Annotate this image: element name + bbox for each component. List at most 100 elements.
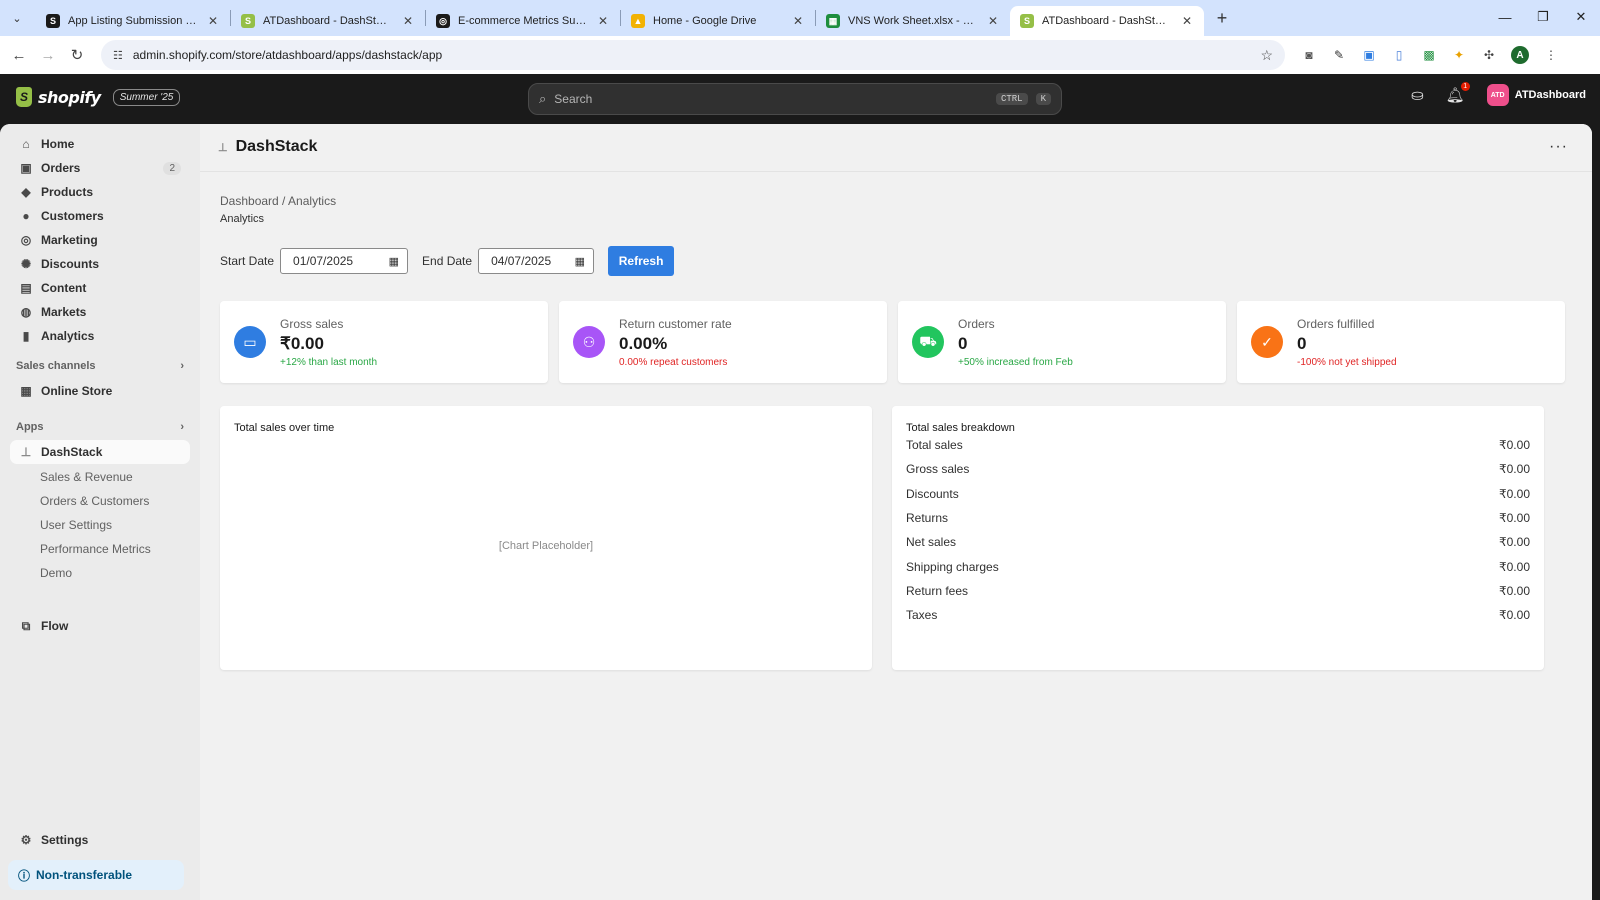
sidekick-icon[interactable]: ⛀ bbox=[1411, 86, 1424, 104]
browser-tab[interactable]: S ATDashboard - DashStack - Shopify ✕ bbox=[1010, 6, 1204, 36]
sidebar-subitem[interactable]: Orders & Customers bbox=[40, 494, 149, 508]
breakdown-label: Shipping charges bbox=[906, 559, 999, 574]
browser-tab[interactable]: ◎ E-commerce Metrics Summary ✕ bbox=[426, 6, 620, 36]
calendar-icon[interactable]: ▦ bbox=[389, 255, 399, 268]
dashstack-app-icon: ⊥ bbox=[20, 445, 32, 459]
sidebar-subitem[interactable]: Demo bbox=[40, 566, 72, 580]
sidebar-subitem[interactable]: User Settings bbox=[40, 518, 112, 532]
extension-yellow-icon[interactable]: ✦ bbox=[1451, 47, 1467, 63]
discount-icon: ✺ bbox=[20, 257, 32, 271]
sidebar-item-orders[interactable]: ▣ Orders 2 bbox=[10, 156, 190, 180]
profile-avatar[interactable]: A bbox=[1511, 46, 1529, 64]
breakdown-value: ₹0.00 bbox=[1499, 438, 1530, 452]
tab-favicon-icon: S bbox=[46, 14, 60, 28]
tab-title: E-commerce Metrics Summary bbox=[458, 15, 588, 27]
start-date-value: 01/07/2025 bbox=[293, 254, 354, 268]
sidebar-item-label: Analytics bbox=[41, 329, 95, 343]
eyedropper-icon[interactable]: ✎ bbox=[1331, 47, 1347, 63]
admin-search[interactable]: ⌕ Search CTRL K bbox=[528, 83, 1062, 115]
end-date-field[interactable]: 04/07/2025 ▦ bbox=[478, 248, 595, 274]
extension-doc-icon[interactable]: ▯ bbox=[1391, 47, 1407, 63]
kpi-value: 0 bbox=[958, 334, 968, 353]
bell-icon[interactable]: 🔔︎ 1 bbox=[1446, 82, 1470, 104]
app-title-text: DashStack bbox=[235, 138, 318, 155]
reload-icon[interactable]: ↻ bbox=[67, 46, 87, 64]
calendar-icon[interactable]: ▦ bbox=[575, 255, 585, 268]
kpi-trend-note: -100% not yet shipped bbox=[1297, 357, 1397, 368]
tab-favicon-icon: ▲ bbox=[631, 14, 645, 28]
close-tab-icon[interactable]: ✕ bbox=[206, 14, 220, 28]
browser-menu-icon[interactable]: ⋮ bbox=[1543, 47, 1559, 63]
start-date-field[interactable]: 01/07/2025 ▦ bbox=[280, 248, 409, 274]
app-title: ⊥ DashStack bbox=[218, 138, 317, 156]
extensions-puzzle-icon[interactable]: ✣ bbox=[1481, 47, 1497, 63]
sidebar-subitem[interactable]: Performance Metrics bbox=[40, 542, 151, 556]
refresh-button[interactable]: Refresh bbox=[608, 246, 675, 276]
browser-tab[interactable]: ▦ VNS Work Sheet.xlsx - Google Sheets ✕ bbox=[816, 6, 1010, 36]
site-settings-icon[interactable]: ☷ bbox=[113, 49, 123, 62]
apps-header[interactable]: Apps › bbox=[16, 421, 184, 433]
close-tab-icon[interactable]: ✕ bbox=[791, 14, 805, 28]
sidebar-subitem[interactable]: Sales & Revenue bbox=[40, 470, 133, 484]
sidebar-item-marketing[interactable]: ◎ Marketing bbox=[10, 228, 190, 252]
sidebar-item-dashstack[interactable]: ⊥ DashStack bbox=[10, 440, 190, 464]
browser-tab[interactable]: ▲ Home - Google Drive ✕ bbox=[621, 6, 815, 36]
browser-tab[interactable]: S App Listing Submission | Shopify ✕ bbox=[36, 6, 230, 36]
forward-icon[interactable]: → bbox=[38, 47, 58, 64]
person-icon: ● bbox=[22, 209, 30, 223]
new-tab-button[interactable]: + bbox=[1208, 8, 1236, 29]
breakdown-row: Net sales ₹0.00 bbox=[906, 535, 1530, 553]
bookmark-star-icon[interactable]: ☆ bbox=[1260, 47, 1273, 64]
non-transferable-banner[interactable]: ⓘ Non-transferable bbox=[8, 860, 184, 890]
url-bar[interactable]: ☷ admin.shopify.com/store/atdashboard/ap… bbox=[101, 40, 1285, 70]
sidebar-item-customers[interactable]: ● Customers bbox=[10, 204, 190, 228]
tab-search-chevron-icon[interactable]: ⌄ bbox=[6, 7, 28, 29]
back-icon[interactable]: ← bbox=[9, 47, 29, 64]
store-menu[interactable]: ATD ATDashboard bbox=[1486, 84, 1586, 106]
close-window-icon[interactable]: ✕ bbox=[1562, 0, 1600, 34]
tab-title: Home - Google Drive bbox=[653, 15, 757, 27]
close-tab-icon[interactable]: ✕ bbox=[596, 14, 610, 28]
page-subtitle: Analytics bbox=[220, 213, 265, 225]
search-placeholder[interactable]: Search bbox=[554, 92, 988, 106]
kpi-card: ▭ Gross sales ₹0.00 +12% than last month bbox=[220, 301, 548, 383]
breakdown-label: Gross sales bbox=[906, 462, 970, 477]
close-tab-icon[interactable]: ✕ bbox=[401, 14, 415, 28]
minimize-icon[interactable]: — bbox=[1486, 0, 1524, 34]
sidebar-item-markets[interactable]: ◍ Markets bbox=[10, 300, 190, 324]
content-icon: ▤ bbox=[20, 281, 32, 295]
sidebar-item-online-store[interactable]: ▦ Online Store bbox=[10, 379, 190, 403]
home-icon: ⌂ bbox=[22, 137, 30, 151]
extension-blue-icon[interactable]: ▣ bbox=[1361, 47, 1377, 63]
close-tab-icon[interactable]: ✕ bbox=[986, 14, 1000, 28]
sidebar-item-label: Discounts bbox=[41, 257, 100, 271]
breakdown-label: Discounts bbox=[906, 486, 959, 501]
sidebar-item-flow[interactable]: ⧉ Flow bbox=[10, 614, 190, 638]
browser-tab[interactable]: S ATDashboard - DashStack - Shopify ✕ bbox=[231, 6, 425, 36]
sales-over-time-card: [Chart Placeholder] Total sales over tim… bbox=[220, 406, 872, 670]
shopify-logo[interactable]: S shopify Summer '25 bbox=[16, 87, 181, 107]
admin-frame: Sales channels › ▦ Online Store Apps › ⊥… bbox=[0, 124, 1592, 900]
url-text[interactable]: admin.shopify.com/store/atdashboard/apps… bbox=[133, 48, 1251, 62]
cart-icon: ⛟ bbox=[912, 326, 944, 358]
sidebar-item-discounts[interactable]: ✺ Discounts bbox=[10, 252, 190, 276]
more-actions-button[interactable]: ··· bbox=[1549, 138, 1568, 156]
sales-channels-label: Sales channels bbox=[16, 360, 96, 372]
edition-badge[interactable]: Summer '25 bbox=[112, 88, 181, 106]
camera-icon[interactable]: ◙ bbox=[1301, 47, 1317, 63]
restore-icon[interactable]: ❐ bbox=[1524, 0, 1562, 34]
extension-green-icon[interactable]: ▩ bbox=[1421, 47, 1437, 63]
sidebar-item-settings[interactable]: ⚙ Settings bbox=[10, 828, 190, 852]
sidebar-item-analytics[interactable]: ▮ Analytics bbox=[10, 324, 190, 348]
sales-channels-header[interactable]: Sales channels › bbox=[16, 360, 184, 372]
chart-placeholder: [Chart Placeholder] bbox=[498, 540, 594, 552]
kpi-trend-note: +12% than last month bbox=[280, 357, 378, 368]
sidebar-item-content[interactable]: ▤ Content bbox=[10, 276, 190, 300]
kpi-trend-note: +50% increased from Feb bbox=[958, 357, 1073, 368]
kpi-card: ⛟ Orders 0 +50% increased from Feb bbox=[898, 301, 1226, 383]
app-title-bar: ⊥ DashStack ··· bbox=[200, 124, 1592, 172]
sidebar-item-home[interactable]: ⌂ Home bbox=[10, 132, 190, 156]
sidebar-item-products[interactable]: ◆ Products bbox=[10, 180, 190, 204]
close-tab-icon[interactable]: ✕ bbox=[1180, 14, 1194, 28]
dashstack-app-icon: ⊥ bbox=[218, 141, 228, 154]
